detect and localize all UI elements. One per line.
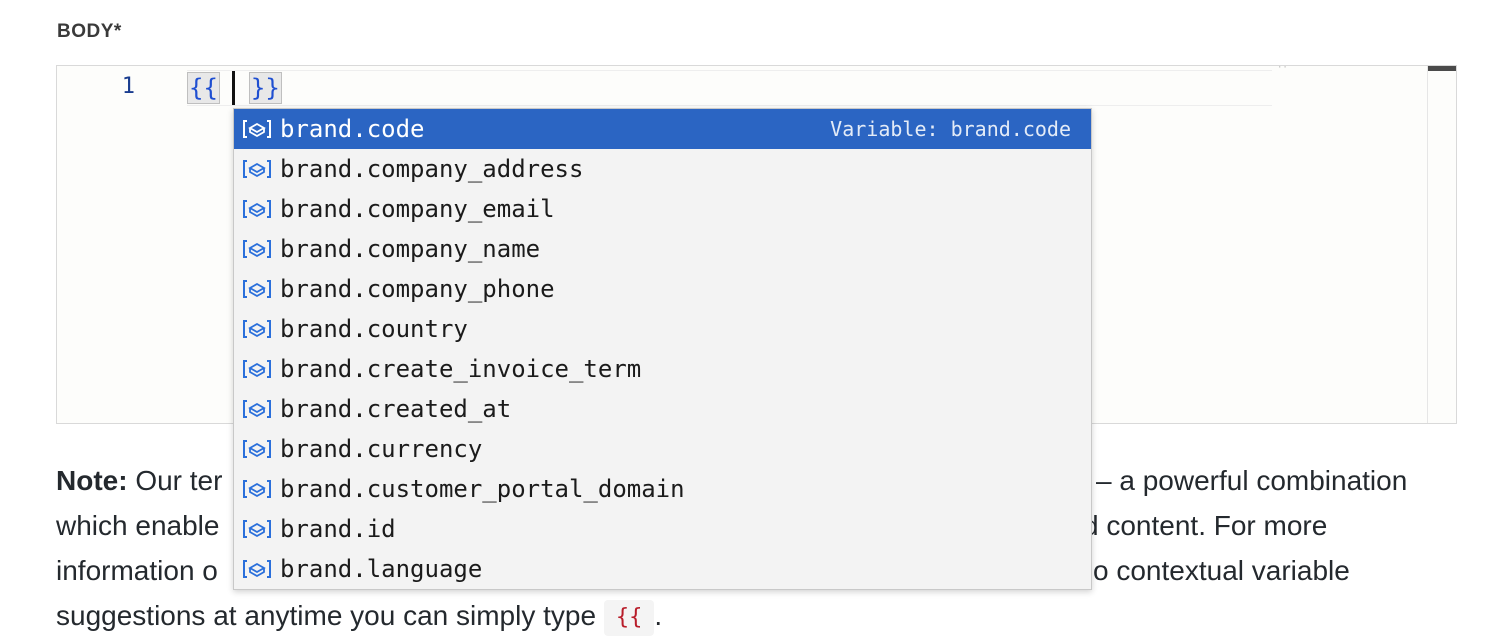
suggestion-label: brand.id (280, 515, 396, 543)
variable-icon (240, 557, 274, 581)
vertical-scrollbar[interactable] (1427, 66, 1456, 423)
variable-icon (240, 117, 274, 141)
suggestion-item[interactable]: brand.create_invoice_term (234, 349, 1091, 389)
suggestion-item[interactable]: brand.company_name (234, 229, 1091, 269)
suggestion-label: brand.company_address (280, 155, 584, 183)
code-line[interactable]: {{ }} (187, 68, 282, 108)
note-line-2-end: d content. For more (1083, 510, 1328, 541)
variable-icon (240, 157, 274, 181)
variable-icon (240, 277, 274, 301)
note-line-1-end: – a powerful combination (1096, 465, 1408, 496)
scrollbar-thumb[interactable] (1428, 66, 1456, 71)
suggestion-label: brand.company_email (280, 195, 555, 223)
suggestion-label: brand.currency (280, 435, 483, 463)
ruler-marker: ·· (1277, 63, 1288, 73)
note-line-1-start: Our ter (127, 465, 223, 496)
variable-icon (240, 517, 274, 541)
variable-icon (240, 237, 274, 261)
autocomplete-suggestions[interactable]: brand.code Variable: brand.code brand.co… (233, 108, 1092, 590)
suggestion-item[interactable]: brand.company_phone (234, 269, 1091, 309)
suggestion-detail: Variable: brand.code (830, 117, 1071, 141)
suggestion-label: brand.company_name (280, 235, 541, 263)
suggestion-item[interactable]: brand.currency (234, 429, 1091, 469)
note-line-3-end: o contextual variable (1093, 555, 1350, 586)
line-number: 1 (121, 74, 135, 99)
suggestion-item[interactable]: brand.code Variable: brand.code (234, 109, 1091, 149)
suggestion-label: brand.language (280, 555, 483, 583)
suggestion-label: brand.company_phone (280, 275, 555, 303)
note-bold-label: Note: (56, 465, 128, 496)
note-line-4-text: suggestions at anytime you can simply ty… (56, 600, 604, 631)
open-brace: {{ (187, 72, 220, 104)
inline-code-braces: {{ (603, 599, 655, 636)
suggestion-item[interactable]: brand.customer_portal_domain (234, 469, 1091, 509)
text-cursor (231, 71, 235, 105)
body-field-label: BODY* (57, 21, 122, 42)
variable-icon (240, 437, 274, 461)
suggestion-label: brand.created_at (280, 395, 512, 423)
variable-icon (240, 357, 274, 381)
current-line-highlight (187, 70, 1272, 106)
suggestion-item[interactable]: brand.language (234, 549, 1091, 589)
suggestion-item[interactable]: brand.company_email (234, 189, 1091, 229)
suggestion-item[interactable]: brand.country (234, 309, 1091, 349)
note-line-4: suggestions at anytime you can simply ty… (56, 593, 1456, 638)
suggestion-label: brand.create_invoice_term (280, 355, 642, 383)
suggestion-item[interactable]: brand.created_at (234, 389, 1091, 429)
variable-icon (240, 477, 274, 501)
suggestion-label: brand.customer_portal_domain (280, 475, 685, 503)
suggestion-label: brand.country (280, 315, 468, 343)
note-line-2-start: which enable (56, 510, 220, 541)
suggestion-label: brand.code (280, 115, 425, 143)
variable-icon (240, 197, 274, 221)
note-line-4-end: . (654, 600, 663, 631)
close-brace: }} (248, 72, 282, 104)
suggestion-item[interactable]: brand.id (234, 509, 1091, 549)
variable-icon (240, 397, 274, 421)
variable-icon (240, 317, 274, 341)
note-line-3-start: information o (56, 555, 218, 586)
suggestion-item[interactable]: brand.company_address (234, 149, 1091, 189)
